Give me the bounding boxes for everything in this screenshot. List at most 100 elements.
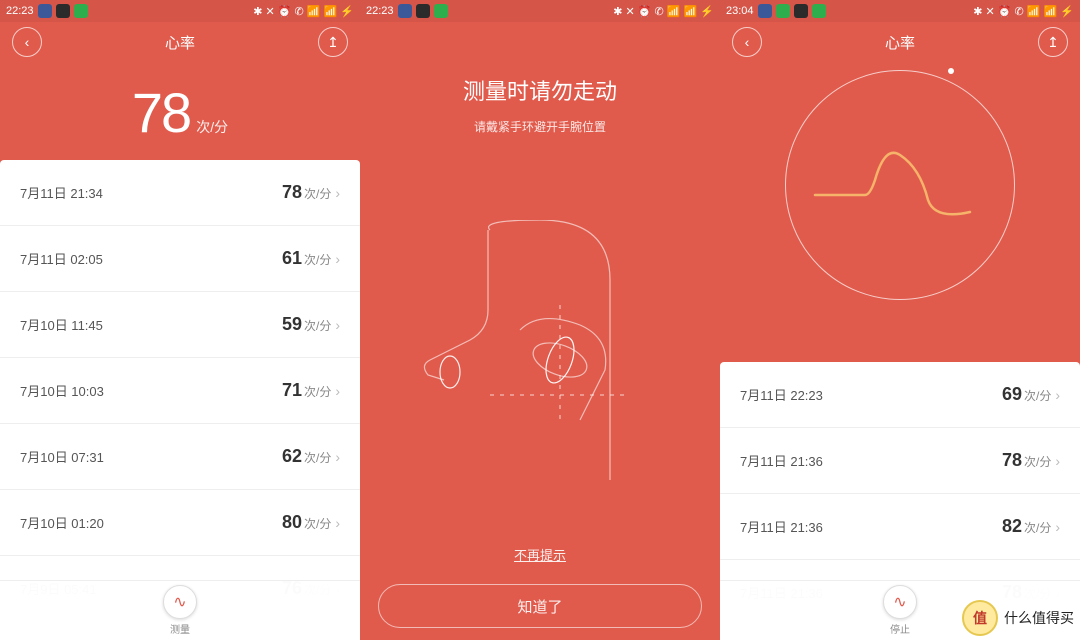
bottom-bar: ∿ 测量: [0, 580, 360, 640]
nav-bar: ‹ 心率 ↥: [0, 22, 360, 62]
back-button[interactable]: ‹: [12, 27, 42, 57]
history-value: 82: [1002, 516, 1022, 537]
status-time: 23:04: [726, 5, 754, 17]
chevron-right-icon: ›: [1055, 519, 1060, 535]
history-date: 7月10日 10:03: [20, 381, 104, 400]
history-value: 80: [282, 512, 302, 533]
share-icon: ↥: [327, 34, 339, 51]
history-row[interactable]: 7月11日 22:23 69次/分›: [720, 362, 1080, 428]
status-bar: 22:23 ✱ ✕ ⏰ ✆ 📶 📶 ⚡: [360, 0, 720, 22]
heart-rate-value: 78: [132, 80, 190, 145]
history-date: 7月10日 07:31: [20, 447, 104, 466]
share-button[interactable]: ↥: [318, 27, 348, 57]
app-tray-icon: [434, 4, 448, 18]
chevron-right-icon: ›: [1055, 453, 1060, 469]
history-unit: 次/分: [304, 317, 331, 334]
pulse-wave-icon: [810, 140, 990, 230]
history-row[interactable]: 7月10日 11:45 59次/分›: [0, 292, 360, 358]
history-value: 61: [282, 248, 302, 269]
status-indicators: ✱ ✕ ⏰ ✆ 📶 📶 ⚡: [973, 5, 1074, 18]
pulse-icon: ∿: [893, 592, 906, 612]
stop-button[interactable]: ∿: [883, 585, 917, 619]
history-unit: 次/分: [1024, 519, 1051, 536]
back-button[interactable]: ‹: [732, 27, 762, 57]
watermark-text: 什么值得买: [1004, 608, 1074, 628]
app-tray-icon: [56, 4, 70, 18]
watermark-badge: 值: [962, 600, 998, 636]
wrist-band-illustration: [410, 220, 670, 480]
history-unit: 次/分: [304, 449, 331, 466]
app-tray-icon: [776, 4, 790, 18]
app-tray-icon: [398, 4, 412, 18]
history-row[interactable]: 7月11日 21:36 82次/分›: [720, 494, 1080, 560]
chevron-right-icon: ›: [335, 515, 340, 531]
history-unit: 次/分: [304, 185, 331, 202]
history-unit: 次/分: [1024, 453, 1051, 470]
page-title: 心率: [885, 32, 915, 53]
chevron-right-icon: ›: [335, 449, 340, 465]
dont-show-again-link[interactable]: 不再提示: [360, 545, 720, 564]
current-heart-rate: 78 次/分: [0, 62, 360, 162]
chevron-left-icon: ‹: [745, 34, 750, 50]
measurement-instruction-screen: 22:23 ✱ ✕ ⏰ ✆ 📶 📶 ⚡ 测量时请勿走动 请戴紧手环避开手腕位置: [360, 0, 720, 640]
history-row[interactable]: 7月10日 01:20 80次/分›: [0, 490, 360, 556]
history-value: 62: [282, 446, 302, 467]
history-row[interactable]: 7月10日 10:03 71次/分›: [0, 358, 360, 424]
chevron-right-icon: ›: [335, 383, 340, 399]
history-unit: 次/分: [304, 515, 331, 532]
history-value: 69: [1002, 384, 1022, 405]
measure-label: 测量: [170, 621, 190, 636]
share-button[interactable]: ↥: [1038, 27, 1068, 57]
status-time: 22:23: [366, 5, 394, 17]
history-value: 59: [282, 314, 302, 335]
history-date: 7月11日 02:05: [20, 249, 103, 268]
page-title: 心率: [165, 32, 195, 53]
pulse-icon: ∿: [173, 592, 186, 612]
chevron-left-icon: ‹: [25, 34, 30, 50]
history-value: 71: [282, 380, 302, 401]
app-tray-icon: [812, 4, 826, 18]
history-unit: 次/分: [304, 251, 331, 268]
chevron-right-icon: ›: [1055, 387, 1060, 403]
history-date: 7月11日 22:23: [740, 385, 823, 404]
app-tray-icon: [794, 4, 808, 18]
watermark: 值 什么值得买: [962, 600, 1074, 636]
app-tray-icon: [74, 4, 88, 18]
history-unit: 次/分: [304, 383, 331, 400]
history-row[interactable]: 7月11日 02:05 61次/分›: [0, 226, 360, 292]
instruction-title: 测量时请勿走动: [360, 74, 720, 106]
got-it-button[interactable]: 知道了: [378, 584, 702, 628]
history-value: 78: [1002, 450, 1022, 471]
status-bar: 22:23 ✱ ✕ ⏰ ✆ 📶 📶 ⚡: [0, 0, 360, 22]
history-date: 7月11日 21:34: [20, 183, 103, 202]
app-tray-icon: [758, 4, 772, 18]
history-row[interactable]: 7月11日 21:34 78次/分›: [0, 160, 360, 226]
app-tray-icon: [416, 4, 430, 18]
share-icon: ↥: [1047, 34, 1059, 51]
history-date: 7月10日 01:20: [20, 513, 104, 532]
status-indicators: ✱ ✕ ⏰ ✆ 📶 📶 ⚡: [253, 5, 354, 18]
stop-label: 停止: [890, 621, 910, 636]
chevron-right-icon: ›: [335, 317, 340, 333]
measure-button[interactable]: ∿: [163, 585, 197, 619]
history-date: 7月11日 21:36: [740, 451, 823, 470]
history-row[interactable]: 7月10日 07:31 62次/分›: [0, 424, 360, 490]
instruction-subtitle: 请戴紧手环避开手腕位置: [360, 118, 720, 135]
status-bar: 23:04 ✱ ✕ ⏰ ✆ 📶 📶 ⚡: [720, 0, 1080, 22]
chevron-right-icon: ›: [335, 185, 340, 201]
heart-rate-unit: 次/分: [196, 117, 228, 137]
heart-rate-screen-measuring: 23:04 ✱ ✕ ⏰ ✆ 📶 📶 ⚡ ‹ 心率 ↥ 7月11日 22:23 69…: [720, 0, 1080, 640]
heart-rate-screen-history: 22:23 ✱ ✕ ⏰ ✆ 📶 📶 ⚡ ‹ 心率 ↥ 78 次/分 7月11日 …: [0, 0, 360, 640]
history-value: 78: [282, 182, 302, 203]
nav-bar: ‹ 心率 ↥: [720, 22, 1080, 62]
app-tray-icon: [38, 4, 52, 18]
history-unit: 次/分: [1024, 387, 1051, 404]
status-indicators: ✱ ✕ ⏰ ✆ 📶 📶 ⚡: [613, 5, 714, 18]
history-date: 7月11日 21:36: [740, 517, 823, 536]
history-date: 7月10日 11:45: [20, 315, 103, 334]
status-time: 22:23: [6, 5, 34, 17]
pulse-ring: [785, 70, 1015, 300]
history-list[interactable]: 7月11日 21:3478次/分›7月11日 02:0561次/分›7月10日 …: [0, 160, 360, 640]
chevron-right-icon: ›: [335, 251, 340, 267]
history-row[interactable]: 7月11日 21:36 78次/分›: [720, 428, 1080, 494]
